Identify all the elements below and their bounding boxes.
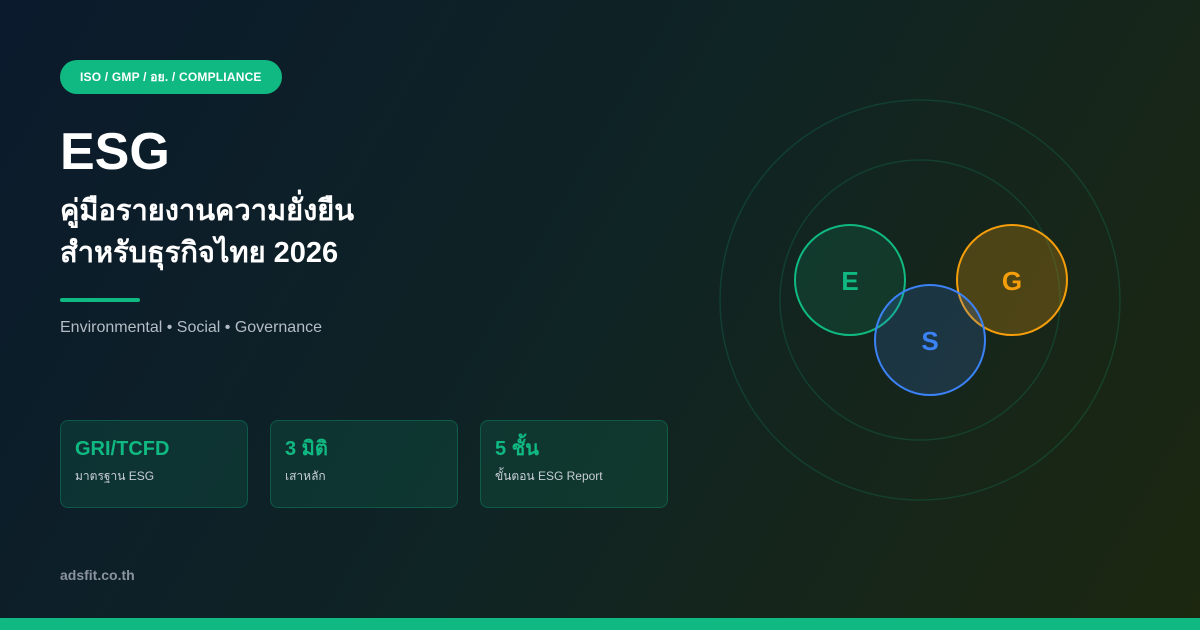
stat-label: ขั้นตอน ESG Report [495, 469, 603, 483]
governance-letter: G [1002, 266, 1022, 296]
tagline: Environmental • Social • Governance [60, 319, 322, 336]
subtitle-line-1: คู่มือรายงานความยั่งยืน [60, 195, 355, 227]
accent-divider [60, 298, 140, 302]
stat-value: 3 มิติ [285, 438, 328, 460]
stat-label: เสาหลัก [285, 469, 326, 483]
page-subtitle: คู่มือรายงานความยั่งยืน สำหรับธุรกิจไทย … [60, 190, 354, 274]
subtitle-line-2: สำหรับธุรกิจไทย 2026 [60, 237, 339, 269]
site-domain: adsfit.co.th [60, 567, 135, 583]
category-badge-text: ISO / GMP / อย. / COMPLIANCE [80, 69, 262, 84]
social-letter: S [921, 326, 938, 356]
stat-card-pillars: 3 มิติ เสาหลัก [270, 420, 458, 508]
bottom-accent-bar [0, 618, 1200, 630]
category-badge: ISO / GMP / อย. / COMPLIANCE [60, 60, 282, 94]
stat-value: 5 ชั้น [495, 438, 539, 460]
stat-value: GRI/TCFD [75, 438, 170, 460]
stat-card-standards: GRI/TCFD มาตรฐาน ESG [60, 420, 248, 508]
stat-label: มาตรฐาน ESG [75, 469, 155, 483]
environmental-letter: E [841, 266, 858, 296]
page-title: ESG [60, 123, 170, 181]
stat-card-steps: 5 ชั้น ขั้นตอน ESG Report [480, 420, 668, 508]
esg-venn-diagram: E G S [719, 99, 1121, 501]
